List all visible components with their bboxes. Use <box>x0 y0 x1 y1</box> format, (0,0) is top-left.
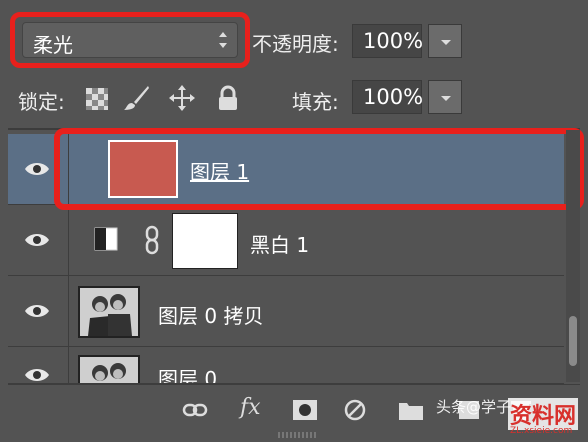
scrollbar-thumb[interactable] <box>569 316 577 366</box>
lock-image-pixels-brush-icon[interactable] <box>122 84 150 112</box>
layer-name[interactable]: 黑白 1 <box>250 229 309 258</box>
layer-row-black-white[interactable]: 黑白 1 <box>8 205 564 276</box>
link-layers-icon[interactable] <box>182 399 208 421</box>
watermark-url: ZL.xsieie.com <box>510 426 573 436</box>
eye-visibility-icon[interactable] <box>24 161 50 177</box>
photo-thumbnail <box>78 355 140 383</box>
layer-row-original[interactable]: 图层 0 <box>8 347 564 384</box>
chain-link-icon[interactable] <box>144 225 160 255</box>
visibility-column <box>8 347 69 383</box>
eye-visibility-icon[interactable] <box>24 367 50 383</box>
visibility-column <box>8 205 69 275</box>
layer-mask-thumbnail <box>172 213 238 269</box>
selected-layer-highlight <box>54 128 584 210</box>
fill-field[interactable]: 100% <box>352 80 423 114</box>
adjustment-layer-icon[interactable] <box>344 399 370 421</box>
panel-resize-grip[interactable] <box>278 432 318 438</box>
opacity-label: 不透明度: <box>252 32 339 56</box>
fill-label: 填充: <box>292 90 339 114</box>
fill-dropdown-button[interactable] <box>428 80 462 114</box>
eye-visibility-icon[interactable] <box>24 232 50 248</box>
layer-name[interactable]: 图层 0 拷贝 <box>158 300 263 329</box>
layers-scrollbar[interactable] <box>566 130 580 382</box>
layer-mask-icon[interactable] <box>292 399 318 421</box>
lock-label: 锁定: <box>18 90 65 114</box>
blend-mode-highlight <box>10 12 250 68</box>
lock-all-padlock-icon[interactable] <box>214 84 242 112</box>
visibility-column <box>8 276 69 346</box>
watermark-caption: 头条@学子 <box>436 398 512 416</box>
black-white-adjustment-icon <box>94 227 118 251</box>
lock-transparent-pixels-icon[interactable] <box>84 84 112 112</box>
fx-icon[interactable]: fx <box>240 395 261 420</box>
photo-thumbnail <box>78 286 140 338</box>
group-folder-icon[interactable] <box>398 399 424 421</box>
layer-name[interactable]: 图层 0 <box>158 363 217 383</box>
eye-visibility-icon[interactable] <box>24 303 50 319</box>
opacity-field[interactable]: 100% <box>352 24 423 58</box>
lock-position-move-icon[interactable] <box>168 84 196 112</box>
layer-row-copy[interactable]: 图层 0 拷贝 <box>8 276 564 347</box>
opacity-dropdown-button[interactable] <box>428 24 462 58</box>
layers-panel: 柔光 不透明度: 100% 锁定: 填充: 100% 图层 1 黑白 1 图层 … <box>0 0 588 442</box>
